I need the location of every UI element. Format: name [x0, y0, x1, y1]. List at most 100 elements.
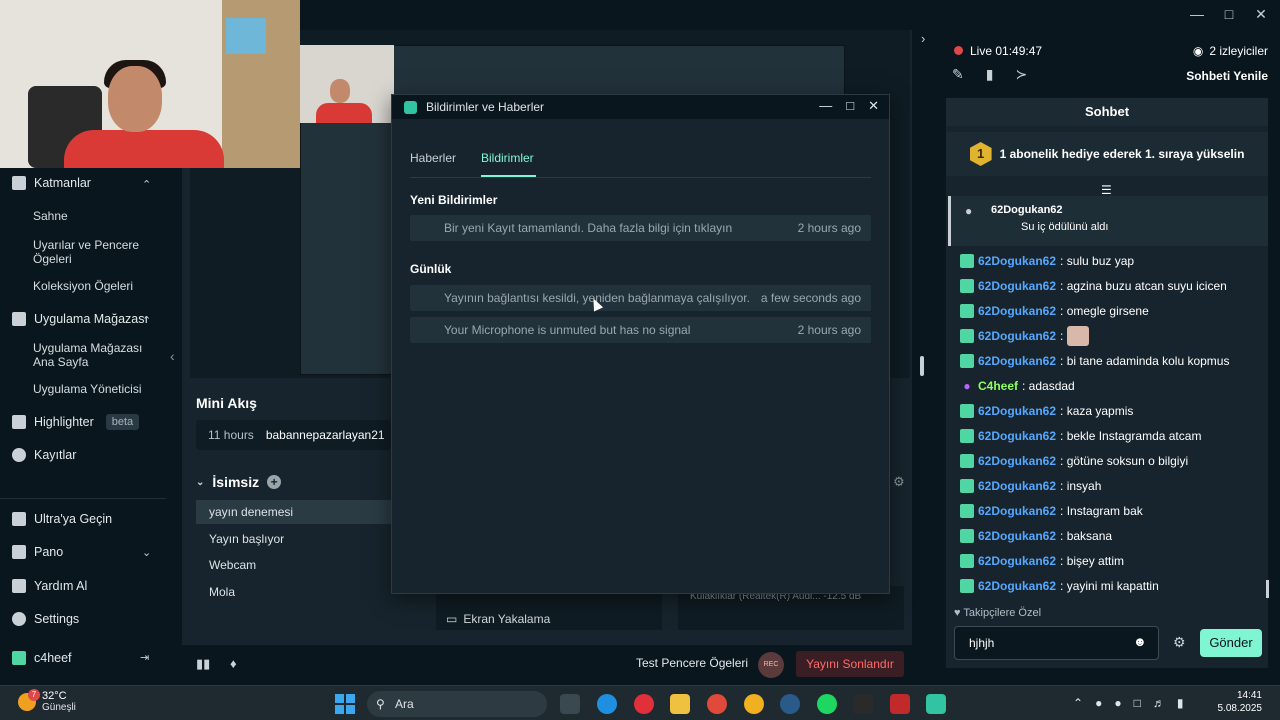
nav-dashboard[interactable]: Pano [12, 545, 63, 559]
send-button[interactable]: Gönder [1200, 629, 1262, 657]
camera-icon[interactable]: ▮ [986, 66, 994, 83]
weather-widget[interactable]: 7 32°C Güneşli [18, 689, 76, 714]
subscriber-badge-icon [960, 579, 974, 593]
epic-games-icon[interactable] [853, 694, 873, 714]
nav-collection-items[interactable]: Koleksiyon Ögeleri [33, 279, 153, 293]
webcam-overlay [0, 0, 300, 168]
nav-app-store-home[interactable]: Uygulama Mağazası Ana Sayfa [33, 341, 153, 369]
end-stream-button[interactable]: Yayını Sonlandır [796, 651, 904, 677]
pin-expand-icon[interactable]: ☰ [1101, 183, 1112, 197]
pencil-icon[interactable]: ✎ [952, 66, 964, 83]
tray-app-icon[interactable]: ● [1095, 696, 1102, 710]
scene-item[interactable]: yayın denemesi [196, 500, 392, 524]
active-tab-indicator [481, 175, 536, 177]
gift-banner[interactable]: 1 1 abonelik hediye ederek 1. sıraya yük… [946, 132, 1268, 176]
chat-scrollbar[interactable] [1266, 580, 1269, 598]
nav-app-manager[interactable]: Uygulama Yöneticisi [33, 382, 153, 396]
chevron-up-icon[interactable]: ⌃ [1073, 696, 1083, 710]
highlighter-icon [12, 415, 26, 429]
nav-scene[interactable]: Sahne [33, 209, 153, 223]
nav-settings[interactable]: Settings [12, 612, 79, 626]
scene-item[interactable]: Mola [196, 580, 392, 604]
nav-layers[interactable]: Katmanlar [12, 176, 91, 190]
reward-redemption: ● 62Dogukan62 Su iç ödülünü aldı [948, 196, 1268, 246]
system-clock[interactable]: 14:41 5.08.2025 [1218, 689, 1263, 715]
gear-icon[interactable]: ⚙ [1173, 634, 1186, 651]
close-icon[interactable]: ✕ [868, 98, 879, 114]
chat-title: Sohbet [946, 98, 1268, 126]
gear-icon [12, 612, 26, 626]
nav-recordings[interactable]: Kayıtlar [12, 448, 76, 462]
streamlabs-icon[interactable] [926, 694, 946, 714]
chat-message: 62Dogukan62: kaza yapmis [960, 404, 1133, 418]
nav-ultra[interactable]: Ultra'ya Geçin [12, 512, 112, 526]
add-scene-icon[interactable]: + [267, 475, 282, 489]
viewer-count: ◉ 2 izleyiciler [1192, 44, 1268, 58]
minimize-icon[interactable]: — [819, 98, 832, 114]
tab-notifications[interactable]: Bildirimler [481, 151, 534, 165]
scene-collection-header[interactable]: ⌄ İsimsiz + [196, 474, 282, 490]
mini-feed-row[interactable]: 11 hours babannepazarlayan21 [196, 420, 391, 450]
file-explorer-icon[interactable] [670, 694, 690, 714]
notification-item[interactable]: Bir yeni Kayıt tamamlandı. Daha fazla bi… [410, 215, 871, 241]
spotify-icon[interactable] [817, 694, 837, 714]
minimize-icon[interactable]: — [1190, 6, 1204, 23]
test-widgets-button[interactable]: Test Pencere Ögeleri [636, 656, 748, 670]
start-button[interactable] [335, 694, 355, 714]
system-tray: ⌃ ● ● □ ♬ ▮ [1073, 696, 1183, 710]
subscriber-badge-icon [960, 279, 974, 293]
preview-scrollbar[interactable] [920, 356, 924, 376]
subscriber-badge-icon [960, 429, 974, 443]
reward-icon: ● [965, 204, 973, 218]
streamlabs-logo-icon [404, 101, 417, 114]
live-indicator [954, 46, 963, 55]
gear-icon[interactable]: ⚙ [893, 474, 905, 490]
tab-news[interactable]: Haberler [410, 151, 456, 165]
nav-app-store[interactable]: Uygulama Mağazası [12, 312, 148, 326]
chrome-alt-icon[interactable] [744, 694, 764, 714]
emoji-icon[interactable]: ☻ [1133, 634, 1147, 649]
microphone-icon[interactable]: ● [1114, 696, 1121, 710]
chat-message: 62Dogukan62: yayini mi kapattin [960, 579, 1159, 593]
chat-message: 62Dogukan62: insyah [960, 479, 1101, 493]
close-icon[interactable]: ✕ [1254, 6, 1268, 23]
scene-item[interactable]: Webcam [196, 553, 392, 577]
taskbar-search[interactable]: ⚲ Ara [367, 691, 547, 717]
opera-icon[interactable] [634, 694, 654, 714]
maximize-icon[interactable]: □ [846, 98, 854, 114]
nav-divider [0, 498, 166, 499]
stats-icon[interactable]: ▮▮ [196, 656, 210, 672]
notification-item[interactable]: Your Microphone is unmuted but has no si… [410, 317, 871, 343]
subscriber-badge-icon [960, 354, 974, 368]
alert-bell-icon[interactable]: ♦ [230, 656, 237, 671]
share-icon[interactable]: ≻ [1015, 66, 1027, 83]
dialog-title-bar: Bildirimler ve Haberler — □ ✕ [392, 95, 889, 119]
notifications-dialog: Bildirimler ve Haberler — □ ✕ Haberler B… [391, 94, 890, 594]
app-icon[interactable] [890, 694, 910, 714]
source-item[interactable]: ▭ Ekran Yakalama [446, 612, 550, 626]
chrome-icon[interactable] [707, 694, 727, 714]
maximize-icon[interactable]: □ [1222, 6, 1236, 23]
chat-message: 62Dogukan62: [960, 326, 1090, 346]
nav-alerts-widgets[interactable]: Uyarılar ve Pencere Ögeleri [33, 238, 153, 266]
refresh-chat-button[interactable]: Sohbeti Yenile [1186, 69, 1268, 83]
steam-icon[interactable] [780, 694, 800, 714]
chat-input[interactable]: hjhjh [954, 626, 1159, 660]
task-view-icon[interactable] [560, 694, 580, 714]
nav-account[interactable]: c4heef [12, 651, 72, 665]
nav-help[interactable]: Yardım Al [12, 579, 87, 593]
display-icon[interactable]: □ [1134, 696, 1141, 710]
store-icon [12, 312, 26, 326]
battery-icon[interactable]: ▮ [1177, 696, 1184, 710]
chevron-left-icon[interactable]: ‹ [170, 348, 175, 364]
record-button[interactable]: REC [758, 652, 784, 678]
subscriber-badge-icon [960, 254, 974, 268]
chevron-right-icon[interactable]: › [921, 31, 925, 46]
notification-item[interactable]: Yayının bağlantısı kesildi, yeniden bağl… [410, 285, 871, 311]
edge-icon[interactable] [597, 694, 617, 714]
chevron-down-icon[interactable]: ⌄ [196, 477, 204, 488]
subscriber-badge-icon [960, 479, 974, 493]
volume-icon[interactable]: ♬ [1153, 696, 1165, 710]
scene-item[interactable]: Yayın başlıyor [196, 527, 392, 551]
nav-highlighter[interactable]: Highlighter beta [12, 414, 140, 430]
